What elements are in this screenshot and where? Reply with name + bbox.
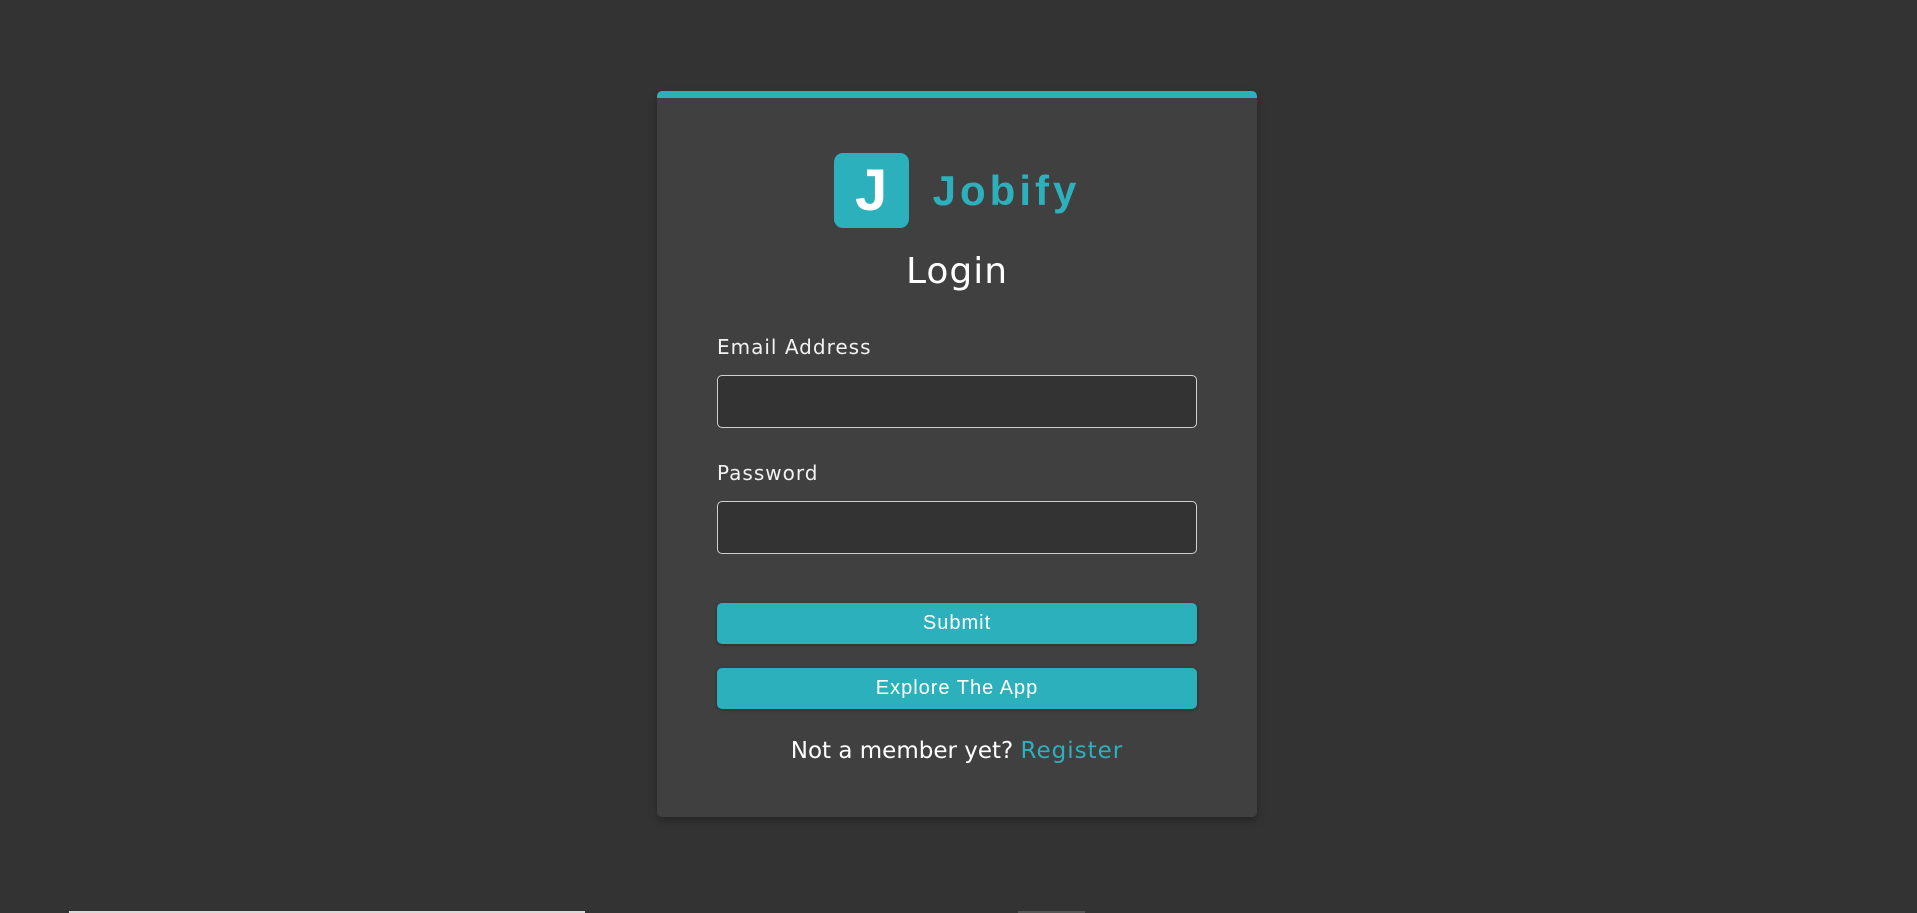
logo-icon: J (833, 153, 909, 228)
login-page: J Jobify Login Email Address Password Su… (0, 0, 1917, 913)
login-card: J Jobify Login Email Address Password Su… (657, 91, 1257, 817)
logo-text: Jobify (932, 166, 1081, 214)
explore-app-button[interactable]: Explore The App (717, 668, 1197, 709)
page-title: Login (905, 251, 1009, 292)
password-field[interactable] (717, 501, 1197, 554)
submit-button[interactable]: Submit (717, 603, 1197, 644)
email-field[interactable] (717, 375, 1197, 428)
logo: J Jobify (657, 153, 1257, 228)
register-prompt: Not a member yet? Register (657, 738, 1257, 764)
email-label: Email Address (717, 335, 872, 359)
register-prompt-text: Not a member yet? (790, 738, 1014, 764)
logo-letter: J (855, 157, 888, 223)
register-link[interactable]: Register (1021, 738, 1124, 764)
password-label: Password (717, 461, 819, 485)
